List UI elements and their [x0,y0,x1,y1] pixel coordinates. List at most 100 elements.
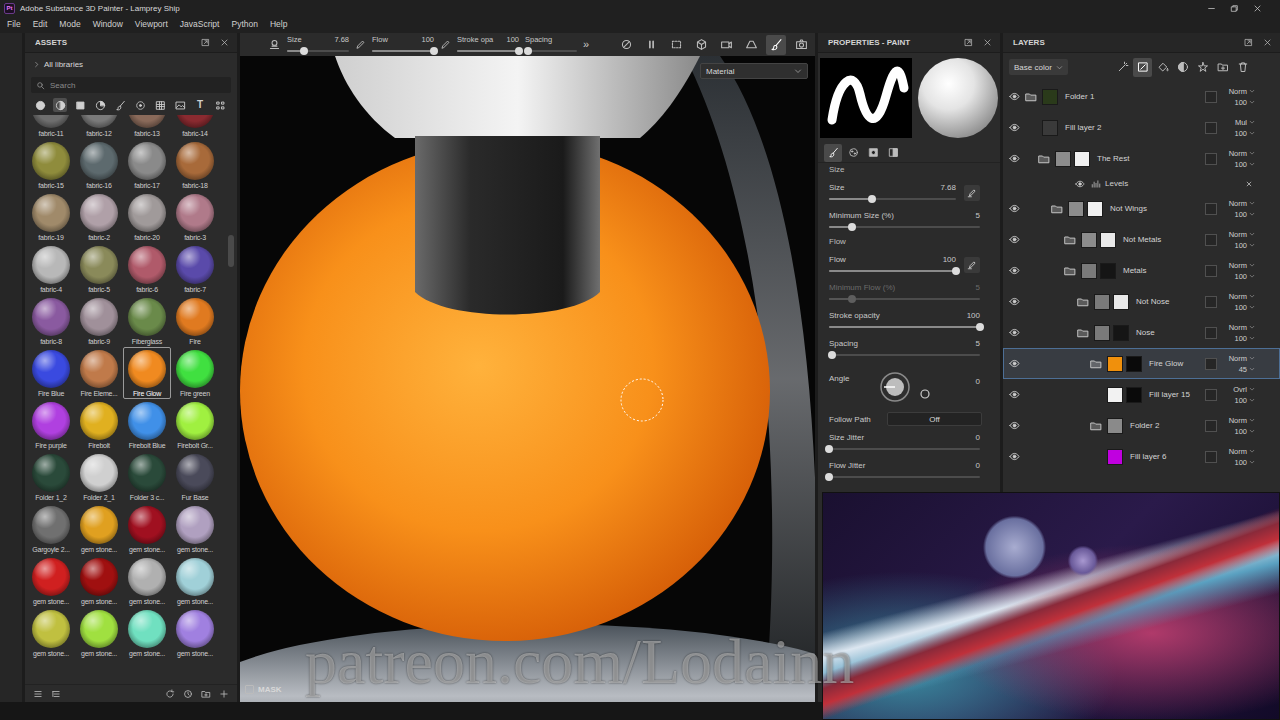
close-icon[interactable] [983,38,992,47]
fill-bucket-icon[interactable] [1157,61,1169,73]
grid-icon[interactable] [215,100,226,111]
plus-icon[interactable] [219,689,229,699]
layer-name[interactable]: Fill layer 2 [1065,123,1205,132]
layer-thumbnail[interactable] [1107,387,1123,403]
list-icon[interactable] [33,689,43,699]
blend-mode[interactable]: Norm [1223,323,1255,332]
filter-button[interactable] [213,98,227,112]
clock-icon[interactable] [183,689,193,699]
prop-value[interactable]: 7.68 [940,183,956,192]
mask-thumbnail[interactable] [1087,201,1103,217]
layer-thumbnail[interactable] [1068,201,1084,217]
blend-swatch[interactable] [1205,389,1217,401]
select-value[interactable]: Off [929,415,940,424]
chevron-down-icon[interactable] [1249,211,1255,217]
asset-tile[interactable]: Fiberglass [123,295,171,347]
layer-thumbnail[interactable] [1094,325,1110,341]
slider-knob[interactable] [515,47,523,55]
layer-thumbnail[interactable] [1081,232,1097,248]
tool-value[interactable]: 100 [506,35,519,44]
layer-row[interactable]: Fill layer 15Ovrl100 [1003,379,1280,410]
layer-opacity[interactable]: 100 [1223,334,1255,343]
material-preview[interactable] [32,142,70,180]
asset-tile[interactable]: Folder 2_1 [75,451,123,503]
material-preview[interactable] [128,558,166,596]
folder-add-icon[interactable] [201,689,211,699]
chevron-down-icon[interactable] [1249,130,1255,136]
visibility-toggle[interactable] [1007,327,1021,338]
material-preview[interactable] [176,610,214,648]
material-preview[interactable] [176,506,214,544]
asset-tile[interactable]: gem stone... [75,555,123,607]
material-preview[interactable] [128,194,166,232]
layer-name[interactable]: Fill layer 15 [1149,390,1205,399]
chevron-down-icon[interactable] [1249,304,1255,310]
layer-row[interactable]: MetalsNorm100 [1003,255,1280,286]
material-preview[interactable] [176,298,214,336]
material-preview[interactable] [128,454,166,492]
blend-swatch[interactable] [1205,327,1217,339]
list-tree-icon[interactable] [51,689,61,699]
material-preview[interactable] [176,350,214,388]
prop-value[interactable]: 5 [976,211,980,220]
asset-tile[interactable]: fabric-4 [27,243,75,295]
asset-tile[interactable]: fabric-15 [27,139,75,191]
stamp-icon[interactable] [268,38,281,51]
material-preview[interactable] [32,506,70,544]
texture-icon[interactable] [155,100,166,111]
material-preview[interactable] [80,558,118,596]
tool-slider[interactable] [287,50,349,52]
select-box[interactable]: Off [887,412,982,426]
menu-item[interactable]: Help [264,16,293,33]
visibility-toggle[interactable] [1007,265,1021,276]
asset-tile[interactable]: gem stone... [123,555,171,607]
layer-name[interactable]: The Rest [1097,154,1205,163]
environment-icon[interactable] [175,100,186,111]
eye-icon[interactable] [1009,296,1020,307]
slider-knob[interactable] [524,47,532,55]
blend-swatch[interactable] [1205,296,1217,308]
asset-tile[interactable]: Firebolt Blue [123,399,171,451]
chevron-down-icon[interactable] [1249,324,1255,330]
viewport[interactable]: MaterialMASK [240,56,815,702]
asset-tile[interactable]: gem stone... [171,555,219,607]
layer-thumbnail[interactable] [1042,89,1058,105]
layer-opacity[interactable]: 100 [1223,427,1255,436]
chevron-down-icon[interactable] [1056,64,1063,71]
blend-mode[interactable]: Norm [1223,354,1255,363]
visibility-toggle[interactable] [1007,122,1021,133]
tool-slider[interactable] [457,50,519,52]
asset-tile[interactable]: Folder 3 c... [123,451,171,503]
material-preview[interactable] [32,298,70,336]
material-preview[interactable] [128,142,166,180]
layer-opacity[interactable]: 100 [1223,396,1255,405]
chevron-right-icon[interactable] [33,61,40,68]
close-icon[interactable] [1253,4,1262,13]
material-preview[interactable] [80,194,118,232]
layer-tool-button[interactable] [1233,58,1252,77]
close-icon[interactable] [220,38,229,47]
tool-slider[interactable] [372,50,434,52]
sphere-half-icon[interactable] [55,100,66,111]
slider-knob[interactable] [300,47,308,55]
folder-icon[interactable] [1090,358,1102,370]
layer-name[interactable]: Not Wings [1110,204,1205,213]
effect-row[interactable]: Levels [1003,174,1280,193]
asset-tile[interactable]: fabric-20 [123,191,171,243]
asset-tile[interactable]: gem stone... [123,503,171,555]
layer-name[interactable]: Not Nose [1136,297,1205,306]
filter-button[interactable] [53,98,67,112]
blend-swatch[interactable] [1205,265,1217,277]
material-preview[interactable] [128,246,166,284]
undock-icon[interactable] [201,38,210,47]
pen-pressure-button[interactable] [964,257,980,273]
asset-tile[interactable]: fabric-3 [171,191,219,243]
chevron-down-icon[interactable] [1249,231,1255,237]
blend-mode[interactable]: Norm [1223,447,1255,456]
chevron-down-icon[interactable] [1249,366,1255,372]
prop-slider[interactable] [829,270,956,272]
layer-opacity[interactable]: 100 [1223,272,1255,281]
tool-control[interactable]: Flow100 [372,35,434,55]
layer-opacity[interactable]: 45 [1223,365,1255,374]
eye-icon[interactable] [1009,122,1020,133]
